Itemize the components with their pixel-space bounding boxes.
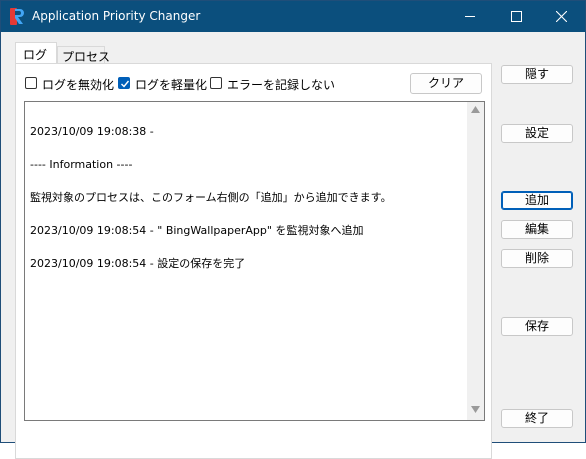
delete-button[interactable]: 削除: [501, 249, 573, 268]
no-error-log-checkbox[interactable]: エラーを記録しない: [210, 76, 335, 92]
tab-log-label: ログ: [23, 48, 48, 62]
main-window: Application Priority Changer ログ プロセス ログを…: [0, 0, 586, 459]
close-button[interactable]: [539, 1, 585, 32]
hide-button[interactable]: 隠す: [501, 65, 573, 84]
exit-button[interactable]: 終了: [501, 409, 573, 428]
lighten-log-checkbox-box[interactable]: [118, 77, 130, 89]
add-button[interactable]: 追加: [501, 191, 573, 210]
scroll-up-icon[interactable]: [471, 106, 480, 113]
app-icon: [10, 8, 26, 25]
settings-button[interactable]: 設定: [501, 124, 573, 143]
title-bar[interactable]: Application Priority Changer: [1, 1, 585, 32]
disable-log-checkbox-box[interactable]: [25, 77, 37, 89]
lighten-log-checkbox[interactable]: ログを軽量化: [118, 76, 208, 92]
lighten-log-label: ログを軽量化: [135, 78, 208, 92]
checkmark-icon: [121, 80, 130, 88]
log-line: 監視対象のプロセスは、このフォーム右側の「追加」から追加できます。: [30, 191, 392, 204]
log-lines: 2023/10/09 19:08:38 - ---- Information -…: [30, 104, 466, 291]
client-area: ログ プロセス ログを無効化 ログを軽量化 エラーを記録しない クリア 2023…: [1, 32, 585, 459]
maximize-icon: [511, 11, 522, 22]
save-button[interactable]: 保存: [501, 317, 573, 336]
disable-log-label: ログを無効化: [42, 78, 115, 92]
log-textbox[interactable]: 2023/10/09 19:08:38 - ---- Information -…: [24, 101, 485, 421]
disable-log-checkbox[interactable]: ログを無効化: [25, 76, 115, 92]
tab-log[interactable]: ログ: [15, 42, 57, 63]
log-line: 2023/10/09 19:08:38 -: [30, 125, 154, 138]
tab-process[interactable]: プロセス: [57, 46, 110, 64]
log-line: 2023/10/09 19:08:54 - " BingWallpaperApp…: [30, 224, 364, 237]
edit-button[interactable]: 編集: [501, 220, 573, 239]
window-title: Application Priority Changer: [32, 9, 201, 23]
clear-button[interactable]: クリア: [410, 73, 482, 94]
minimize-button[interactable]: [448, 1, 494, 32]
no-error-log-label: エラーを記録しない: [227, 78, 336, 92]
log-line: ---- Information ----: [30, 158, 133, 171]
scroll-down-icon[interactable]: [471, 406, 480, 413]
close-icon: [556, 11, 567, 22]
tab-process-label: プロセス: [62, 50, 111, 64]
minimize-icon: [465, 16, 475, 17]
log-scrollbar[interactable]: [467, 102, 484, 420]
maximize-button[interactable]: [494, 1, 540, 32]
log-line: 2023/10/09 19:08:54 - 設定の保存を完了: [30, 257, 246, 270]
no-error-log-checkbox-box[interactable]: [210, 77, 222, 89]
